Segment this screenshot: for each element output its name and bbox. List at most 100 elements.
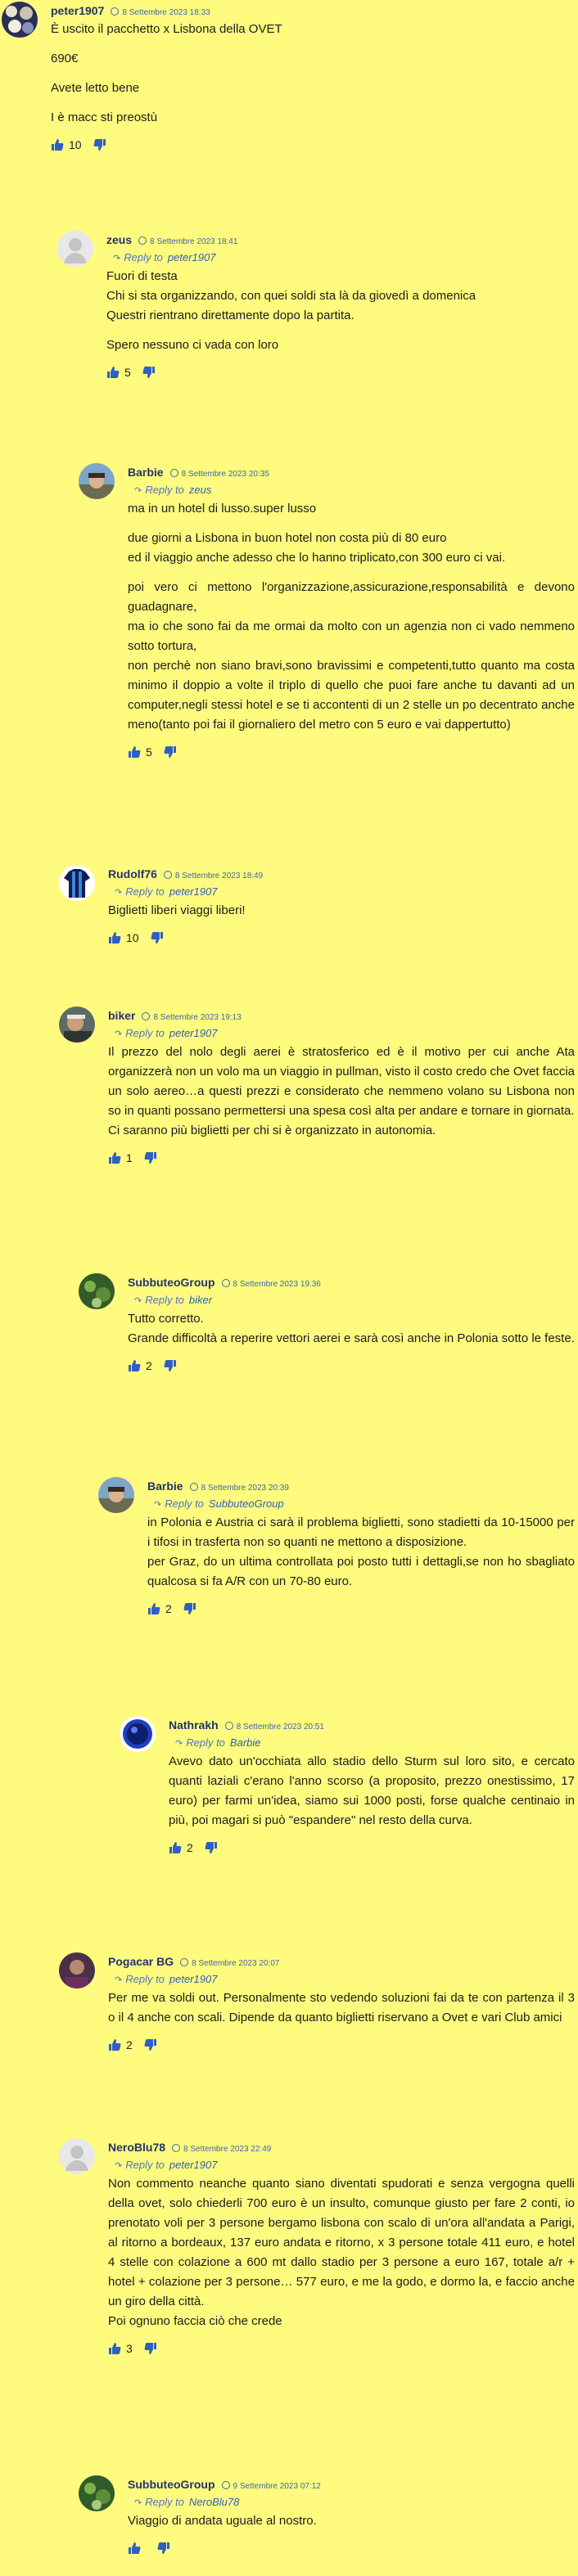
comment-body: Barbie 8 Settembre 2023 20:35 ↷ Reply to zeu… xyxy=(128,463,575,764)
comment-date[interactable]: 8 Settembre 2023 22:49 xyxy=(172,2144,271,2154)
thumbs-up-icon[interactable] xyxy=(128,745,141,759)
avatar[interactable] xyxy=(57,231,93,267)
reply-to-link[interactable]: NeroBlu78 xyxy=(189,2496,239,2508)
thumbs-down-icon[interactable] xyxy=(151,931,164,944)
reply-to-line: ↷ Reply to peter1907 xyxy=(115,1970,575,1988)
comment-author[interactable]: Rudolf76 xyxy=(108,867,157,880)
comment-paragraph: È uscito il pacchetto x Lisbona della OV… xyxy=(51,22,282,36)
avatar[interactable] xyxy=(79,463,115,499)
thumbs-up-icon[interactable] xyxy=(108,1151,121,1164)
clock-icon xyxy=(111,7,120,16)
reply-icon: ↷ xyxy=(134,486,142,496)
like-count: 3 xyxy=(126,2342,133,2355)
thumbs-down-icon[interactable] xyxy=(157,2542,170,2555)
thumbs-down-icon[interactable] xyxy=(183,1602,196,1615)
comment-date[interactable]: 8 Settembre 2023 18:33 xyxy=(111,7,210,17)
reply-to-label: Reply to xyxy=(186,1736,225,1749)
comment-date-text: 8 Settembre 2023 18:33 xyxy=(122,8,210,17)
avatar[interactable] xyxy=(59,1952,95,1988)
reply-to-link[interactable]: biker xyxy=(189,1294,212,1306)
thumbs-up-icon[interactable] xyxy=(147,1602,160,1615)
comment-paragraph: Spero nessuno ci vada con loro xyxy=(106,338,279,352)
comment-author[interactable]: Barbie xyxy=(128,466,164,479)
avatar[interactable] xyxy=(79,1273,115,1309)
reply-to-link[interactable]: peter1907 xyxy=(169,2159,218,2171)
reply-icon: ↷ xyxy=(113,254,121,263)
thumbs-up-icon[interactable] xyxy=(108,931,121,944)
reply-icon: ↷ xyxy=(175,1739,183,1749)
comment-date-text: 8 Settembre 2023 18:49 xyxy=(174,871,264,880)
reply-to-line: ↷ Reply to peter1907 xyxy=(115,2156,575,2174)
comment-date[interactable]: 9 Settembre 2023 07:12 xyxy=(221,2481,321,2491)
comment-date[interactable]: 8 Settembre 2023 20:07 xyxy=(180,1958,279,1968)
thumbs-up-icon[interactable] xyxy=(128,1359,141,1372)
reply-to-label: Reply to xyxy=(145,2496,184,2508)
thumbs-down-icon[interactable] xyxy=(144,1151,157,1164)
thumbs-down-icon[interactable] xyxy=(164,1359,177,1372)
comment-date[interactable]: 8 Settembre 2023 20:51 xyxy=(224,1722,324,1732)
comment-author[interactable]: Pogacar BG xyxy=(108,1955,174,1968)
thumbs-down-icon[interactable] xyxy=(142,366,156,379)
comment-author[interactable]: SubbuteoGroup xyxy=(128,1276,215,1289)
comment-author[interactable]: biker xyxy=(108,1009,135,1022)
comment-text: Il prezzo del nolo degli aerei è stratos… xyxy=(108,1043,575,1141)
comment-paragraph: Avevo dato un'occhiata allo stadio dello… xyxy=(169,1754,575,1827)
thumbs-down-icon[interactable] xyxy=(144,2342,157,2355)
thumbs-up-icon[interactable] xyxy=(51,138,64,151)
reply-icon: ↷ xyxy=(154,1500,162,1510)
comment-body: Nathrakh 8 Settembre 2023 20:51 ↷ Reply to B… xyxy=(169,1716,575,1860)
avatar[interactable] xyxy=(79,2475,115,2511)
comment-body: SubbuteoGroup 8 Settembre 2023 19:36 ↷ Repl… xyxy=(128,1273,575,1378)
like-count: 2 xyxy=(146,1359,152,1372)
reply-to-link[interactable]: peter1907 xyxy=(169,1027,218,1039)
comment-author[interactable]: Nathrakh xyxy=(169,1718,219,1732)
comment-body: Rudolf76 8 Settembre 2023 18:49 ↷ Reply to p… xyxy=(108,865,575,950)
reply-to-link[interactable]: zeus xyxy=(189,484,211,496)
avatar[interactable] xyxy=(59,2138,95,2174)
comment-text: Avevo dato un'occhiata allo stadio dello… xyxy=(169,1752,575,1831)
reply-to-link[interactable]: peter1907 xyxy=(169,1973,218,1985)
avatar[interactable] xyxy=(120,1716,156,1752)
comment-author[interactable]: SubbuteoGroup xyxy=(128,2478,215,2491)
comment-date[interactable]: 8 Settembre 2023 20:35 xyxy=(169,469,269,479)
comment-date-text: 8 Settembre 2023 18:41 xyxy=(150,237,238,246)
comment-date-text: 9 Settembre 2023 07:12 xyxy=(233,2482,321,2491)
comment-date[interactable]: 8 Settembre 2023 20:39 xyxy=(189,1483,289,1493)
comment-date-text: 8 Settembre 2023 20:39 xyxy=(201,1484,289,1493)
comment-body: biker 8 Settembre 2023 19:13 ↷ Reply to pete… xyxy=(108,1007,575,1170)
comment-date[interactable]: 8 Settembre 2023 18:41 xyxy=(138,236,238,246)
comment-author[interactable]: peter1907 xyxy=(51,4,104,17)
comment-text: Biglietti liberi viaggi liberi! xyxy=(108,901,575,921)
vote-bar: 10 xyxy=(51,133,575,157)
thumbs-down-icon[interactable] xyxy=(144,2038,157,2051)
avatar[interactable] xyxy=(59,865,95,901)
reply-to-link[interactable]: peter1907 xyxy=(169,885,218,898)
thumbs-up-icon[interactable] xyxy=(128,2542,141,2555)
clock-icon xyxy=(138,236,147,245)
avatar[interactable] xyxy=(98,1477,134,1513)
thumbs-up-icon[interactable] xyxy=(108,2038,121,2051)
avatar[interactable] xyxy=(2,2,38,38)
like-count: 10 xyxy=(126,931,139,944)
thumbs-up-icon[interactable] xyxy=(106,366,120,379)
reply-to-link[interactable]: peter1907 xyxy=(168,251,216,263)
thumbs-up-icon[interactable] xyxy=(169,1841,182,1854)
comment-date[interactable]: 8 Settembre 2023 19:13 xyxy=(142,1012,242,1022)
thumbs-down-icon[interactable] xyxy=(93,138,106,151)
comment-paragraph: Viaggio di andata uguale al nostro. xyxy=(128,2514,317,2528)
comment-text: Tutto corretto. Grande difficoltà a reper… xyxy=(128,1309,575,1349)
reply-to-link[interactable]: Barbie xyxy=(230,1736,261,1749)
comment-author[interactable]: NeroBlu78 xyxy=(108,2141,165,2154)
thumbs-down-icon[interactable] xyxy=(205,1841,218,1854)
comment-author[interactable]: zeus xyxy=(106,233,132,246)
comment-date[interactable]: 8 Settembre 2023 18:49 xyxy=(163,871,264,880)
comment-author[interactable]: Barbie xyxy=(147,1479,183,1493)
vote-bar: 2 xyxy=(128,1353,575,1378)
thumbs-up-icon[interactable] xyxy=(108,2342,121,2355)
avatar[interactable] xyxy=(59,1007,95,1043)
comment-text: Viaggio di andata uguale al nostro. xyxy=(128,2511,575,2531)
comment-text: È uscito il pacchetto x Lisbona della OV… xyxy=(51,20,575,128)
reply-to-link[interactable]: SubbuteoGroup xyxy=(209,1497,284,1510)
comment-date[interactable]: 8 Settembre 2023 19:36 xyxy=(221,1279,321,1289)
thumbs-down-icon[interactable] xyxy=(164,745,177,759)
